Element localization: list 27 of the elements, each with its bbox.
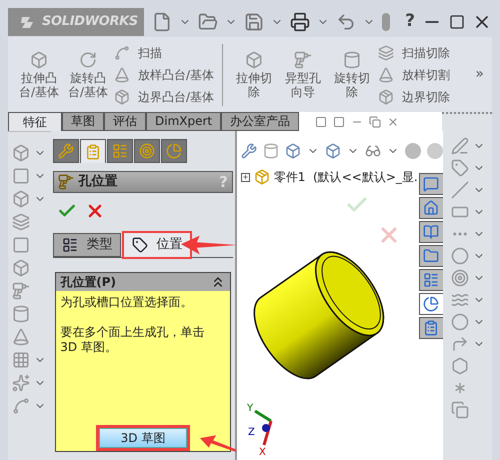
help-text: 为孔或槽口位置选择面。 (60, 295, 194, 310)
ribbon-command[interactable]: 拉伸凸台/基体 (16, 50, 62, 98)
tab[interactable]: 评估 (104, 112, 146, 131)
help-text: 要在多个面上生成孔，单击3D 草图。 (60, 325, 206, 355)
more-button[interactable]: » (467, 64, 484, 85)
ribbon-command[interactable]: 拉伸切除 (231, 50, 278, 98)
group-title: 孔位置(P) (60, 274, 116, 291)
ribbon-command[interactable]: 放样切割 (378, 66, 450, 84)
logo-text: SOLIDWORKS (42, 13, 138, 32)
tab[interactable]: 草图 (62, 112, 104, 131)
panel-title: 孔位置 (78, 173, 118, 192)
ribbon-command[interactable]: 边界凸台/基体 (114, 88, 214, 106)
help-icon[interactable]: ? (405, 9, 415, 35)
tab[interactable]: DimXpert (146, 112, 222, 131)
ribbon-command[interactable]: 旋转凸台/基体 (65, 50, 111, 98)
subtab[interactable]: 位置 (124, 233, 190, 257)
ribbon-command[interactable]: 放样凸台/基体 (114, 66, 214, 84)
tab[interactable]: 办公室产品 (221, 112, 300, 131)
ribbon-command[interactable]: 扫描切除 (378, 44, 450, 62)
ribbon-command[interactable]: 旋转切除 (329, 50, 376, 98)
subtab[interactable]: 类型 (53, 233, 122, 257)
tab[interactable]: 特征 (8, 112, 62, 131)
axis-triad: Y Z X (246, 401, 297, 457)
ribbon-command[interactable]: 扫描 (114, 44, 214, 62)
ribbon-command[interactable]: 边界切除 (378, 88, 450, 106)
3d-sketch-button[interactable]: 3D 草图 (99, 428, 188, 448)
ribbon-command[interactable]: 异型孔向导 (280, 50, 326, 98)
